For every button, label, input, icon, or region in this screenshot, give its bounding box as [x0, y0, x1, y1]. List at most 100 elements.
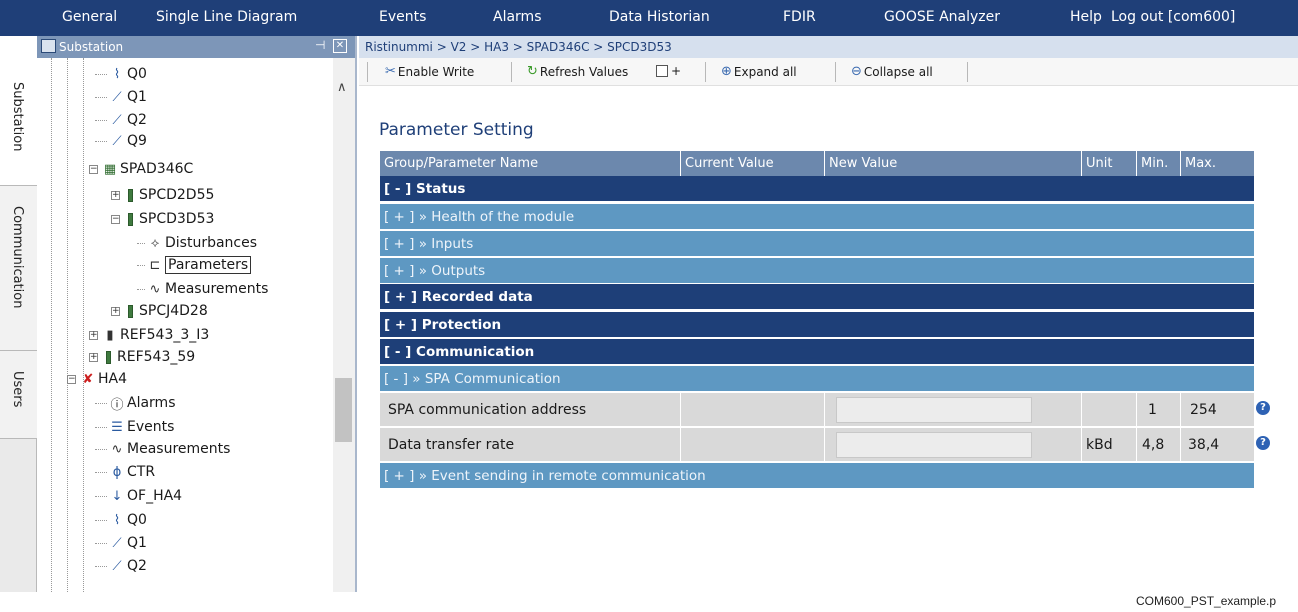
toolbar: ✂ Enable Write ↻ Refresh Values + ⊕ Expand …	[359, 58, 1298, 86]
tree-item-events[interactable]: ☰ Events	[95, 416, 174, 438]
collapse-all-label: Collapse all	[863, 64, 933, 79]
tree-item-q1[interactable]: ⟋ Q1	[95, 86, 147, 108]
max-value: 38,4	[1188, 437, 1220, 453]
collapse-icon[interactable]: −	[89, 164, 98, 174]
tree-item-label: Q2	[127, 558, 147, 574]
collapse-icon[interactable]: −	[111, 214, 120, 224]
tab-communication[interactable]: Communication	[0, 186, 37, 351]
tree-item-measurements-ha4[interactable]: ∿ Measurements	[95, 438, 230, 460]
tree-item-q2-ha4[interactable]: ⟋ Q2	[95, 555, 147, 577]
max-value: 254	[1190, 402, 1217, 418]
new-value-input[interactable]	[836, 432, 1032, 458]
expand-icon[interactable]: +	[89, 330, 98, 340]
menu-single-line-diagram[interactable]: Single Line Diagram	[156, 9, 297, 25]
earth-switch-icon: ⟋	[112, 133, 122, 149]
min-value: 1	[1148, 402, 1157, 418]
menu-events[interactable]: Events	[379, 9, 426, 25]
group-row-label: [ - ] Status	[384, 181, 466, 197]
tree-item-alarms[interactable]: ⓘ Alarms	[95, 392, 176, 414]
tree-item-label: Q1	[127, 535, 147, 551]
help-icon[interactable]: ?	[1256, 401, 1270, 415]
group-row-protection[interactable]: [ + ] Protection	[380, 312, 1254, 338]
tree-item-spcj4d28[interactable]: + SPCJ4D28	[111, 300, 208, 322]
tree-item-ctr[interactable]: ɸ CTR	[95, 461, 155, 483]
tab-substation[interactable]: Substation	[0, 36, 37, 186]
expand-all-button[interactable]: ⊕ Expand all	[721, 64, 797, 79]
expand-icon[interactable]: +	[111, 306, 120, 316]
grid-header: Group/Parameter Name Current Value New V…	[380, 151, 1254, 176]
tree-guide-line	[67, 58, 68, 592]
tree-view: ⌇ Q0 ⟋ Q1 ⟋ Q2 ⟋ Q9 − ▦ SPAD346C + SPCD2D55 − SP…	[37, 58, 355, 592]
bar-icon	[128, 304, 133, 318]
subgroup-row-event-sending[interactable]: [ + ] » Event sending in remote communic…	[380, 463, 1254, 489]
tree-item-spcd2d55[interactable]: + SPCD2D55	[111, 184, 214, 206]
tree-item-of-ha4[interactable]: ↓ OF_HA4	[95, 485, 182, 507]
enable-write-label: Enable Write	[397, 64, 475, 79]
figure-caption: COM600_PST_example.p	[1136, 594, 1277, 608]
wrench-icon: ✂	[385, 64, 396, 79]
collapse-icon[interactable]: −	[67, 374, 76, 384]
pin-icon[interactable]: ⊣	[315, 38, 325, 52]
close-icon[interactable]: ✕	[333, 39, 347, 53]
tree-item-label: Events	[127, 419, 175, 435]
tree-item-measurements[interactable]: ∿ Measurements	[137, 278, 268, 300]
header-unit: Unit	[1086, 156, 1113, 171]
tree-item-label: Q0	[127, 66, 147, 82]
expand-all-label: Expand all	[733, 64, 797, 79]
menu-alarms[interactable]: Alarms	[493, 9, 542, 25]
tree-item-ref543-3-i3[interactable]: + ▮ REF543_3_I3	[89, 324, 209, 346]
collapse-all-button[interactable]: ⊖ Collapse all	[851, 64, 933, 79]
wave-icon: ∿	[149, 281, 161, 297]
subgroup-row-health[interactable]: [ + ] » Health of the module	[380, 204, 1254, 230]
tree-item-q2[interactable]: ⟋ Q2	[95, 109, 147, 131]
new-value-input[interactable]	[836, 397, 1032, 423]
tree-item-label: Disturbances	[165, 235, 258, 251]
checkbox-label: +	[671, 64, 682, 78]
subgroup-row-inputs[interactable]: [ + ] » Inputs	[380, 231, 1254, 257]
group-row-recorded-data[interactable]: [ + ] Recorded data	[380, 284, 1254, 310]
group-row-label: [ - ] Communication	[384, 344, 535, 360]
tree-item-ref543-59[interactable]: + REF543_59	[89, 346, 195, 368]
tree-item-q0-ha4[interactable]: ⌇ Q0	[95, 509, 147, 531]
tree-item-spad346c[interactable]: − ▦ SPAD346C	[89, 158, 193, 180]
substation-icon	[41, 39, 56, 53]
menu-data-historian[interactable]: Data Historian	[609, 9, 710, 25]
expand-icon[interactable]: +	[111, 190, 120, 200]
tree-item-spcd3d53[interactable]: − SPCD3D53	[111, 208, 214, 230]
tree-item-label: SPCD3D53	[139, 211, 215, 227]
scrollbar-thumb[interactable]	[335, 378, 352, 442]
tree-item-disturbances[interactable]: ⟡ Disturbances	[137, 232, 257, 254]
tab-users[interactable]: Users	[0, 351, 37, 439]
chevron-up-icon[interactable]: ∧	[337, 80, 347, 95]
subgroup-row-outputs[interactable]: [ + ] » Outputs	[380, 258, 1254, 284]
subgroup-row-spa-communication[interactable]: [ - ] » SPA Communication	[380, 366, 1254, 392]
parameter-name: SPA communication address	[388, 402, 587, 418]
tree-item-q1-ha4[interactable]: ⟋ Q1	[95, 532, 147, 554]
help-icon[interactable]: ?	[1256, 436, 1270, 450]
checkbox-icon	[656, 65, 668, 77]
parameter-row: Data transfer rate kBd 4,8 38,4	[380, 428, 1254, 462]
breaker-icon: ⟋	[112, 535, 122, 551]
breaker-icon: ⟋	[112, 558, 122, 574]
refresh-values-button[interactable]: ↻ Refresh Values	[527, 64, 628, 79]
tree-item-parameters[interactable]: ⊏ Parameters	[137, 254, 252, 276]
group-row-communication[interactable]: [ - ] Communication	[380, 339, 1254, 365]
menu-general[interactable]: General	[62, 9, 117, 25]
tree-item-q9[interactable]: ⟋ Q9	[95, 130, 147, 152]
tree-item-q0[interactable]: ⌇ Q0	[95, 63, 147, 85]
tree-scrollbar[interactable]: ∧	[333, 58, 355, 592]
tree-item-label: Q9	[127, 133, 147, 149]
menu-log-out[interactable]: Log out [com600]	[1111, 9, 1235, 25]
group-row-status[interactable]: [ - ] Status	[380, 176, 1254, 202]
enable-write-button[interactable]: ✂ Enable Write	[385, 64, 474, 79]
expand-all-icon: ⊕	[721, 64, 732, 79]
menu-goose-analyzer[interactable]: GOOSE Analyzer	[884, 9, 1000, 25]
expand-icon[interactable]: +	[89, 352, 98, 362]
tab-substation-label: Substation	[10, 82, 25, 152]
tree-guide-line	[83, 58, 84, 592]
menu-fdir[interactable]: FDIR	[783, 9, 816, 25]
tree-item-ha4[interactable]: − ✘ HA4	[67, 368, 127, 390]
menu-help[interactable]: Help	[1070, 9, 1102, 25]
breadcrumb[interactable]: Ristinummi > V2 > HA3 > SPAD346C > SPCD3…	[359, 36, 1298, 58]
auto-refresh-checkbox[interactable]: +	[651, 64, 681, 78]
